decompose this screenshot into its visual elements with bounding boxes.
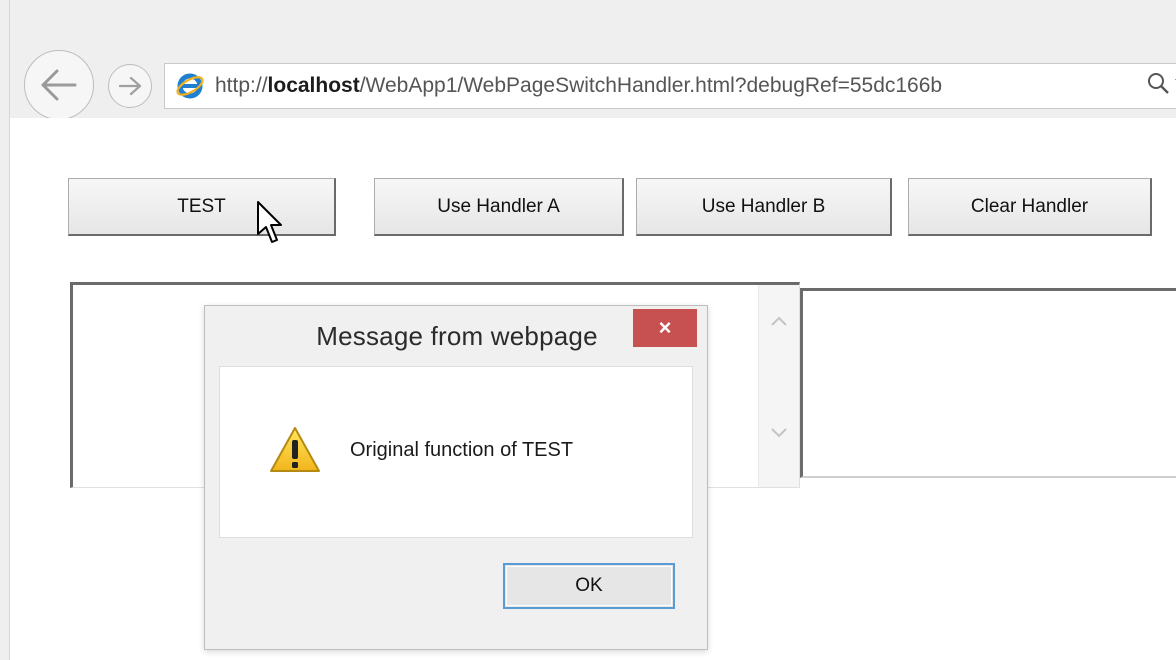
back-arrow-icon <box>41 69 77 101</box>
alert-dialog: Message from webpage × Original function… <box>204 305 708 650</box>
ok-button[interactable]: OK <box>503 563 675 609</box>
clear-handler-button[interactable]: Clear Handler <box>908 178 1152 236</box>
scroll-up-icon[interactable] <box>770 315 788 327</box>
test-button[interactable]: TEST <box>68 178 336 236</box>
forward-arrow-icon <box>118 76 142 96</box>
use-handler-a-button[interactable]: Use Handler A <box>374 178 624 236</box>
search-icon <box>1148 73 1169 94</box>
close-icon: × <box>658 315 672 340</box>
forward-button[interactable] <box>108 64 152 108</box>
dialog-message: Original function of TEST <box>350 439 574 461</box>
window-left-edge <box>0 0 10 660</box>
ie-logo-icon <box>176 73 204 99</box>
textarea-scrollbar[interactable] <box>758 285 799 487</box>
dialog-body: Original function of TEST <box>219 366 693 538</box>
url-scheme: http:// <box>215 74 268 97</box>
address-bar[interactable]: http://localhost/WebApp1/WebPageSwitchHa… <box>164 63 1176 109</box>
browser-chrome: http://localhost/WebApp1/WebPageSwitchHa… <box>0 0 1176 120</box>
dialog-close-button[interactable]: × <box>633 309 697 347</box>
url-path: /WebApp1/WebPageSwitchHandler.html?debug… <box>359 74 943 97</box>
secondary-textarea[interactable] <box>800 288 1176 478</box>
warning-icon <box>270 427 320 472</box>
address-search[interactable] <box>1147 72 1176 94</box>
scroll-down-icon[interactable] <box>770 427 788 439</box>
back-button[interactable] <box>24 50 94 120</box>
url-text[interactable]: http://localhost/WebApp1/WebPageSwitchHa… <box>215 74 942 98</box>
mouse-cursor-icon <box>257 201 282 243</box>
url-host: localhost <box>267 74 360 97</box>
use-handler-b-button[interactable]: Use Handler B <box>636 178 892 236</box>
